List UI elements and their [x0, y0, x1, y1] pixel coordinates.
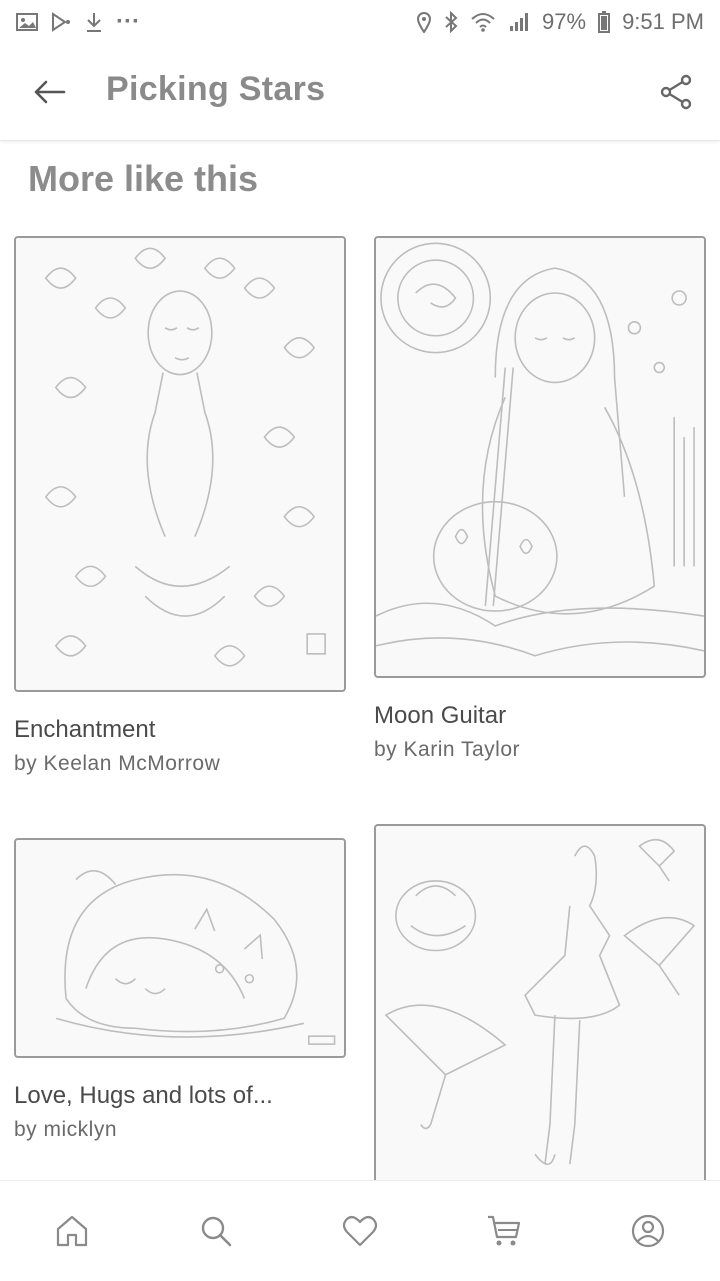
cart-icon [488, 1215, 521, 1246]
artwork-author: by micklyn [14, 1118, 118, 1141]
artwork-title: Enchantment [14, 716, 156, 743]
battery-percent: 97% [542, 9, 587, 34]
artwork-title: Moon Guitar [374, 702, 507, 729]
download-icon [84, 11, 104, 33]
artwork-card[interactable]: Moon Guitar by Karin Taylor [374, 236, 706, 762]
signal-icon [508, 11, 530, 33]
app-bar: Picking Stars [0, 44, 720, 141]
arrow-left-icon [34, 80, 66, 104]
artwork-author: by Keelan McMorrow [14, 752, 221, 775]
play-notification-icon [50, 12, 72, 32]
line-art-girl-guitar [376, 242, 704, 657]
battery-icon [598, 11, 611, 33]
heart-icon [342, 1215, 378, 1247]
location-icon [416, 11, 432, 33]
image-notification-icon [16, 12, 38, 32]
nav-cart[interactable] [482, 1209, 526, 1253]
status-right: 97% 9:51 PM [416, 9, 704, 35]
nav-account[interactable] [626, 1209, 670, 1253]
artwork-card[interactable]: Love, Hugs and lots of... by micklyn [14, 838, 346, 1142]
artwork-thumbnail[interactable] [14, 236, 346, 692]
status-left: ··· [16, 8, 140, 36]
back-button[interactable] [28, 70, 72, 114]
bluetooth-icon [444, 11, 458, 33]
share-icon [660, 74, 692, 110]
artwork-card[interactable]: Enchantment by Keelan McMorrow [14, 236, 346, 776]
line-art-kittens [55, 870, 336, 1045]
status-bar: ··· 97% 9:51 PM [0, 0, 720, 44]
line-art-woman-leaves [44, 247, 326, 667]
nav-home[interactable] [50, 1209, 94, 1253]
clock: 9:51 PM [622, 9, 704, 34]
share-button[interactable] [654, 70, 698, 114]
artwork-title: Love, Hugs and lots of... [14, 1082, 273, 1109]
search-icon [201, 1216, 232, 1247]
nav-favorites[interactable] [338, 1209, 382, 1253]
artwork-thumbnail[interactable] [14, 838, 346, 1058]
home-icon [56, 1215, 88, 1247]
account-icon [631, 1214, 665, 1248]
artwork-author: by Karin Taylor [374, 738, 521, 761]
artwork-thumbnail[interactable] [374, 236, 706, 678]
wifi-icon [470, 11, 496, 33]
bottom-navigation [0, 1180, 720, 1281]
more-notifications: ··· [116, 8, 140, 35]
section-title: More like this [28, 158, 259, 199]
nav-search[interactable] [194, 1209, 238, 1253]
page-title: Picking Stars [106, 70, 326, 108]
